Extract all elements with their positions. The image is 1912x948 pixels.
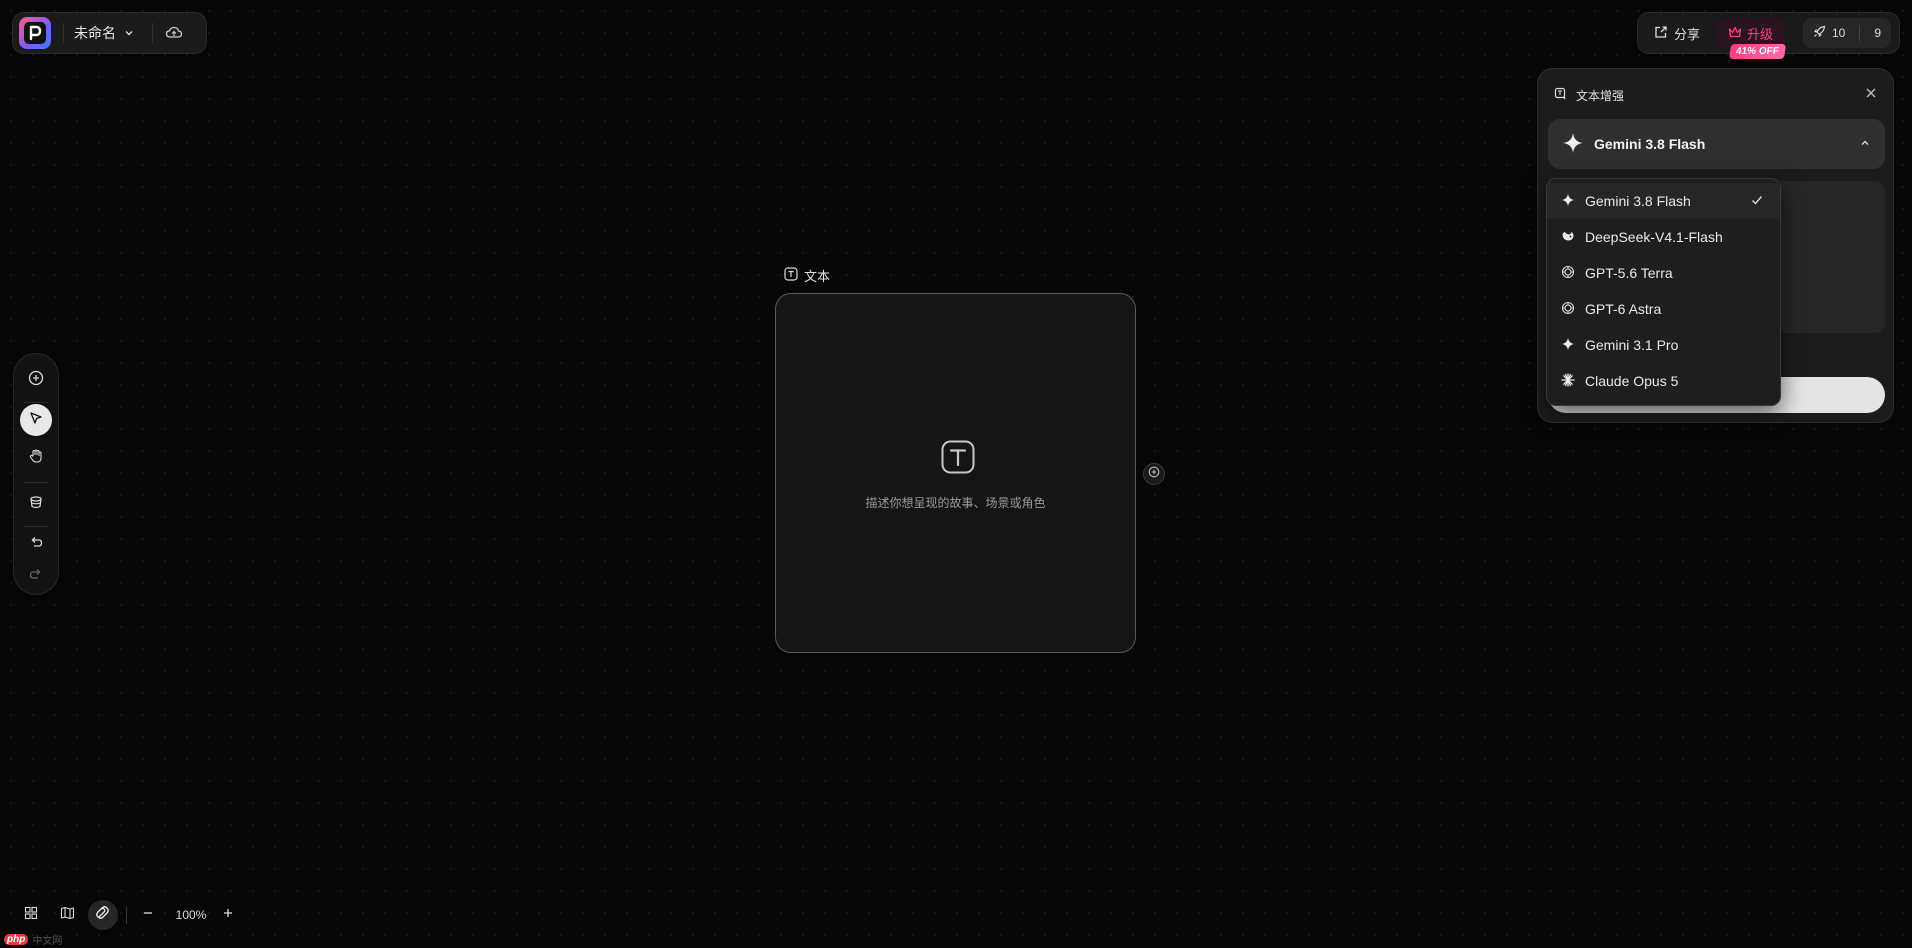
project-name[interactable]: 未命名 [74, 23, 116, 43]
model-option-deepseek-v4-1-flash[interactable]: DeepSeek-V4.1-Flash [1547, 219, 1780, 255]
chevron-up-icon [1859, 136, 1871, 152]
zoom-out-button[interactable] [133, 900, 163, 930]
pan-tool-button[interactable] [20, 442, 52, 474]
undo-button[interactable] [20, 528, 52, 560]
undo-icon [29, 535, 43, 554]
text-node[interactable]: 描述你想呈现的故事、场景或角色 [775, 293, 1136, 653]
text-node-title: 文本 [804, 269, 831, 284]
model-option-claude-opus-5[interactable]: Claude Opus 5 [1547, 363, 1780, 399]
text-icon [784, 267, 798, 284]
credits-value: 10 [1831, 26, 1846, 40]
model-option-label: Gemini 3.1 Pro [1585, 337, 1679, 353]
gemini-star-icon [1561, 337, 1575, 354]
share-label: 分享 [1674, 26, 1701, 42]
plus-circle-icon [28, 370, 44, 391]
close-icon[interactable] [1865, 87, 1877, 102]
add-node-button[interactable] [20, 364, 52, 396]
check-icon [1750, 193, 1764, 210]
bucket-icon [28, 494, 44, 515]
magnet-icon [95, 905, 111, 926]
upgrade-label: 升级 [1747, 26, 1774, 42]
share-icon [1654, 25, 1668, 42]
minimap-button[interactable] [52, 900, 82, 930]
select-tool-button[interactable] [20, 404, 52, 436]
app-logo[interactable] [19, 17, 51, 49]
rocket-icon [1813, 25, 1826, 41]
model-option-label: DeepSeek-V4.1-Flash [1585, 229, 1723, 245]
model-option-gpt-6-astra[interactable]: GPT-6 Astra [1547, 291, 1780, 327]
grid-icon [24, 906, 38, 925]
claude-burst-icon [1561, 372, 1575, 390]
text-node-label: 文本 [784, 266, 830, 285]
openai-icon [1561, 265, 1575, 282]
openai-icon [1561, 301, 1575, 318]
model-select[interactable]: Gemini 3.8 Flash [1548, 119, 1885, 169]
plus-circle-icon [1148, 465, 1160, 483]
hand-icon [28, 448, 44, 469]
model-dropdown: Gemini 3.8 Flash DeepSeek-V4.1-Flash GPT… [1546, 178, 1781, 406]
watermark-site: 中文网 [32, 935, 63, 947]
left-toolbar [13, 353, 59, 595]
minus-icon [142, 906, 154, 924]
watermark: php 中文网 [0, 930, 94, 948]
selected-model-label: Gemini 3.8 Flash [1594, 136, 1706, 152]
share-button[interactable]: 分享 [1646, 24, 1708, 43]
credits-button[interactable]: 10 9 [1802, 18, 1891, 48]
zoom-level[interactable]: 100% [169, 908, 213, 922]
model-option-label: Gemini 3.8 Flash [1585, 193, 1691, 209]
deepseek-whale-icon [1561, 229, 1575, 246]
redo-icon [29, 567, 43, 586]
bottom-toolbar: 100% [16, 900, 249, 930]
cloud-sync-icon[interactable] [165, 26, 183, 40]
model-option-gpt-5-6-terra[interactable]: GPT-5.6 Terra [1547, 255, 1780, 291]
count-value: 9 [1874, 26, 1881, 40]
panel-header: 文本增强 [1554, 85, 1877, 105]
redo-button[interactable] [20, 560, 52, 592]
text-icon [941, 440, 975, 474]
gemini-star-icon [1562, 132, 1584, 157]
model-option-label: Claude Opus 5 [1585, 373, 1679, 389]
crown-icon [1728, 26, 1742, 41]
map-icon [60, 906, 75, 925]
discount-badge: 41% OFF [1728, 44, 1786, 59]
text-enhance-icon [1554, 87, 1568, 104]
model-option-gemini-3-8-flash[interactable]: Gemini 3.8 Flash [1547, 183, 1780, 219]
gemini-star-icon [1561, 193, 1575, 210]
model-option-label: GPT-6 Astra [1585, 301, 1662, 317]
add-connection-button[interactable] [1143, 463, 1165, 485]
asset-tool-button[interactable] [20, 488, 52, 520]
model-option-label: GPT-5.6 Terra [1585, 265, 1673, 281]
panel-title: 文本增强 [1576, 88, 1625, 103]
cursor-icon [29, 411, 43, 430]
chevron-down-icon[interactable] [124, 28, 134, 38]
text-node-hint: 描述你想呈现的故事、场景或角色 [865, 496, 1046, 510]
watermark-logo: php [4, 933, 29, 945]
zoom-in-button[interactable] [213, 900, 243, 930]
project-bar: 未命名 [12, 12, 207, 54]
snap-toggle-button[interactable] [88, 900, 118, 930]
plus-icon [222, 906, 234, 924]
model-option-gemini-3-1-pro[interactable]: Gemini 3.1 Pro [1547, 327, 1780, 363]
grid-view-button[interactable] [16, 900, 46, 930]
